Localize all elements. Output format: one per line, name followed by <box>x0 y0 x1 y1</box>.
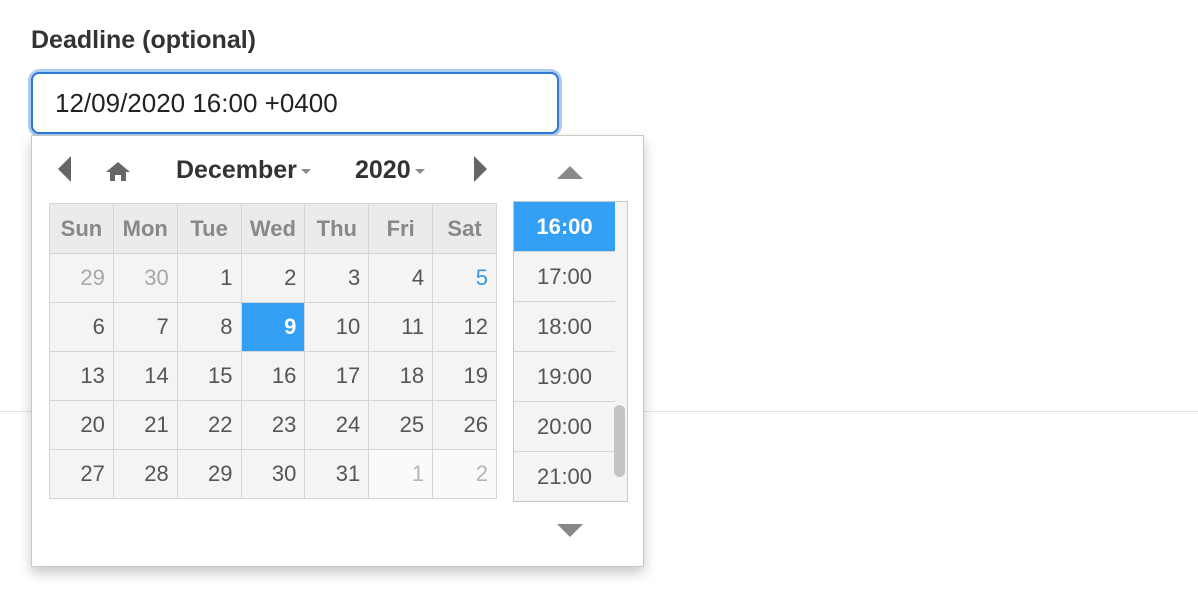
time-option[interactable]: 21:00 <box>514 452 615 501</box>
calendar-day[interactable]: 19 <box>432 351 497 401</box>
month-select[interactable]: December <box>176 156 311 185</box>
weekday-header: Wed <box>240 203 306 254</box>
calendar-day[interactable]: 8 <box>176 302 242 352</box>
weekday-header: Fri <box>368 203 434 254</box>
calendar-day[interactable]: 18 <box>368 351 434 401</box>
calendar-day[interactable]: 10 <box>304 302 370 352</box>
time-list[interactable]: 16:00 17:00 18:00 19:00 20:00 21:00 <box>513 201 628 502</box>
weekday-header-row: Sun Mon Tue Wed Thu Fri Sat <box>49 203 497 254</box>
calendar-day[interactable]: 23 <box>240 400 306 450</box>
calendar-day[interactable]: 16 <box>240 351 306 401</box>
weekday-header: Thu <box>304 203 370 254</box>
calendar-day[interactable]: 1 <box>176 253 242 303</box>
calendar-day[interactable]: 13 <box>49 351 114 401</box>
calendar-week-row: 6 7 8 9 10 11 12 <box>49 302 497 352</box>
calendar-day[interactable]: 5 <box>432 253 497 303</box>
weekday-header: Tue <box>176 203 242 254</box>
year-label: 2020 <box>355 156 411 184</box>
calendar-day[interactable]: 21 <box>112 400 178 450</box>
calendar-week-row: 29 30 1 2 3 4 5 <box>49 253 497 303</box>
calendar-day[interactable]: 6 <box>49 302 114 352</box>
calendar-day[interactable]: 27 <box>49 449 114 499</box>
month-label: December <box>176 156 297 184</box>
next-month-icon[interactable] <box>474 156 487 182</box>
calendar-day[interactable]: 1 <box>368 449 434 499</box>
time-up-icon[interactable] <box>557 166 583 179</box>
deadline-input[interactable] <box>31 72 559 134</box>
chevron-down-icon <box>300 168 311 174</box>
time-down-icon[interactable] <box>557 524 583 537</box>
calendar-week-row: 13 14 15 16 17 18 19 <box>49 351 497 401</box>
calendar-day-selected[interactable]: 9 <box>240 302 306 352</box>
year-select[interactable]: 2020 <box>355 156 425 185</box>
prev-month-icon[interactable] <box>58 156 71 182</box>
calendar-day[interactable]: 29 <box>176 449 242 499</box>
calendar-day[interactable]: 3 <box>304 253 370 303</box>
time-option-selected[interactable]: 16:00 <box>514 202 615 252</box>
chevron-down-icon <box>414 168 425 174</box>
deadline-label: Deadline (optional) <box>31 26 256 54</box>
calendar-day[interactable]: 30 <box>240 449 306 499</box>
calendar-day[interactable]: 24 <box>304 400 370 450</box>
calendar-day[interactable]: 26 <box>432 400 497 450</box>
weekday-header: Sat <box>432 203 497 254</box>
calendar-day[interactable]: 28 <box>112 449 178 499</box>
calendar-day[interactable]: 25 <box>368 400 434 450</box>
deadline-input-focus-ring <box>28 69 562 137</box>
calendar-day[interactable]: 2 <box>432 449 497 499</box>
calendar-day[interactable]: 29 <box>49 253 114 303</box>
calendar-day[interactable]: 20 <box>49 400 114 450</box>
calendar-day[interactable]: 7 <box>112 302 178 352</box>
calendar-day[interactable]: 30 <box>112 253 178 303</box>
calendar-grid: Sun Mon Tue Wed Thu Fri Sat 29 30 1 2 3 … <box>49 203 497 499</box>
calendar-week-row: 27 28 29 30 31 1 2 <box>49 449 497 499</box>
time-option[interactable]: 17:00 <box>514 252 615 302</box>
weekday-header: Mon <box>112 203 178 254</box>
calendar-day[interactable]: 2 <box>240 253 306 303</box>
calendar-day[interactable]: 15 <box>176 351 242 401</box>
time-option[interactable]: 20:00 <box>514 402 615 452</box>
calendar-day[interactable]: 31 <box>304 449 370 499</box>
home-icon[interactable] <box>104 160 132 182</box>
weekday-header: Sun <box>49 203 114 254</box>
time-option[interactable]: 18:00 <box>514 302 615 352</box>
time-option[interactable]: 19:00 <box>514 352 615 402</box>
calendar-day[interactable]: 11 <box>368 302 434 352</box>
calendar-week-row: 20 21 22 23 24 25 26 <box>49 400 497 450</box>
calendar-day[interactable]: 4 <box>368 253 434 303</box>
time-list-scrollbar[interactable] <box>614 405 625 477</box>
calendar-day[interactable]: 22 <box>176 400 242 450</box>
calendar-day[interactable]: 14 <box>112 351 178 401</box>
calendar-day[interactable]: 12 <box>432 302 497 352</box>
calendar-day[interactable]: 17 <box>304 351 370 401</box>
datetime-picker: December 2020 Sun Mon Tue Wed Thu Fri Sa… <box>31 135 644 567</box>
